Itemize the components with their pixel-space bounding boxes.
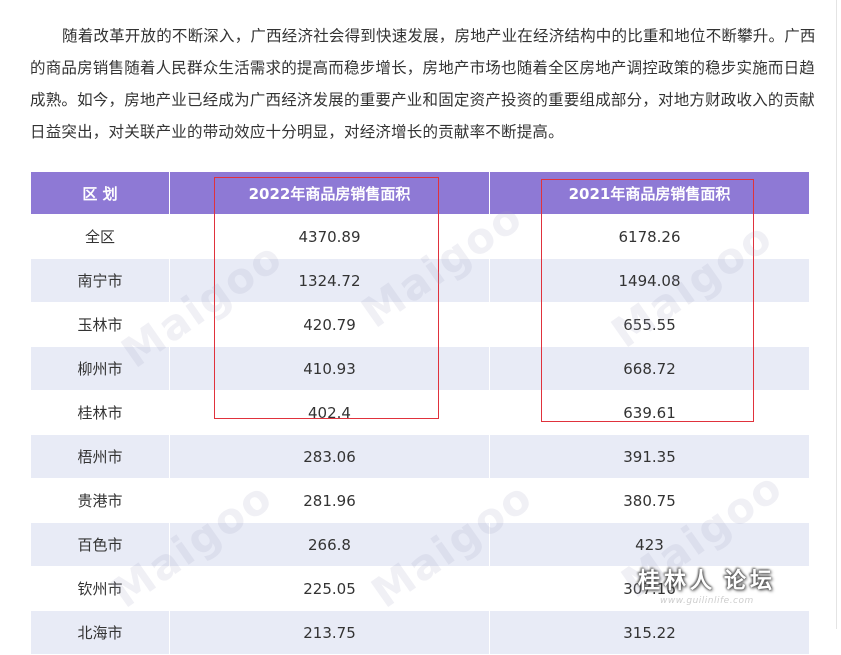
cell-2022: 213.75 [169,610,490,655]
cell-2022: 281.96 [169,478,490,523]
highlight-box-2022 [214,177,439,419]
cell-region: 钦州市 [30,566,170,611]
cell-region: 贵港市 [30,478,170,523]
table-row: 北海市 213.75 315.22 [30,610,810,655]
page-right-border [836,0,837,629]
cell-2021: 307.16 [489,566,810,611]
cell-2021: 380.75 [489,478,810,523]
header-region: 区 划 [30,171,170,215]
cell-2021: 315.22 [489,610,810,655]
cell-region: 全区 [30,214,170,259]
cell-region: 桂林市 [30,390,170,435]
intro-text: 随着改革开放的不断深入，广西经济社会得到快速发展，房地产业在经济结构中的比重和地… [30,27,816,141]
intro-paragraph: 随着改革开放的不断深入，广西经济社会得到快速发展，房地产业在经济结构中的比重和地… [30,20,820,148]
cell-2021: 423 [489,522,810,567]
cell-2022: 283.06 [169,434,490,479]
cell-region: 百色市 [30,522,170,567]
cell-region: 柳州市 [30,346,170,391]
table-row: 梧州市 283.06 391.35 [30,434,810,479]
cell-2022: 225.05 [169,566,490,611]
cell-region: 北海市 [30,610,170,655]
table-row: 贵港市 281.96 380.75 [30,478,810,523]
cell-region: 玉林市 [30,302,170,347]
cell-region: 南宁市 [30,258,170,303]
table-row: 钦州市 225.05 307.16 [30,566,810,611]
cell-region: 梧州市 [30,434,170,479]
cell-2022: 266.8 [169,522,490,567]
highlight-box-2021 [541,179,754,422]
table-row: 百色市 266.8 423 [30,522,810,567]
cell-2021: 391.35 [489,434,810,479]
